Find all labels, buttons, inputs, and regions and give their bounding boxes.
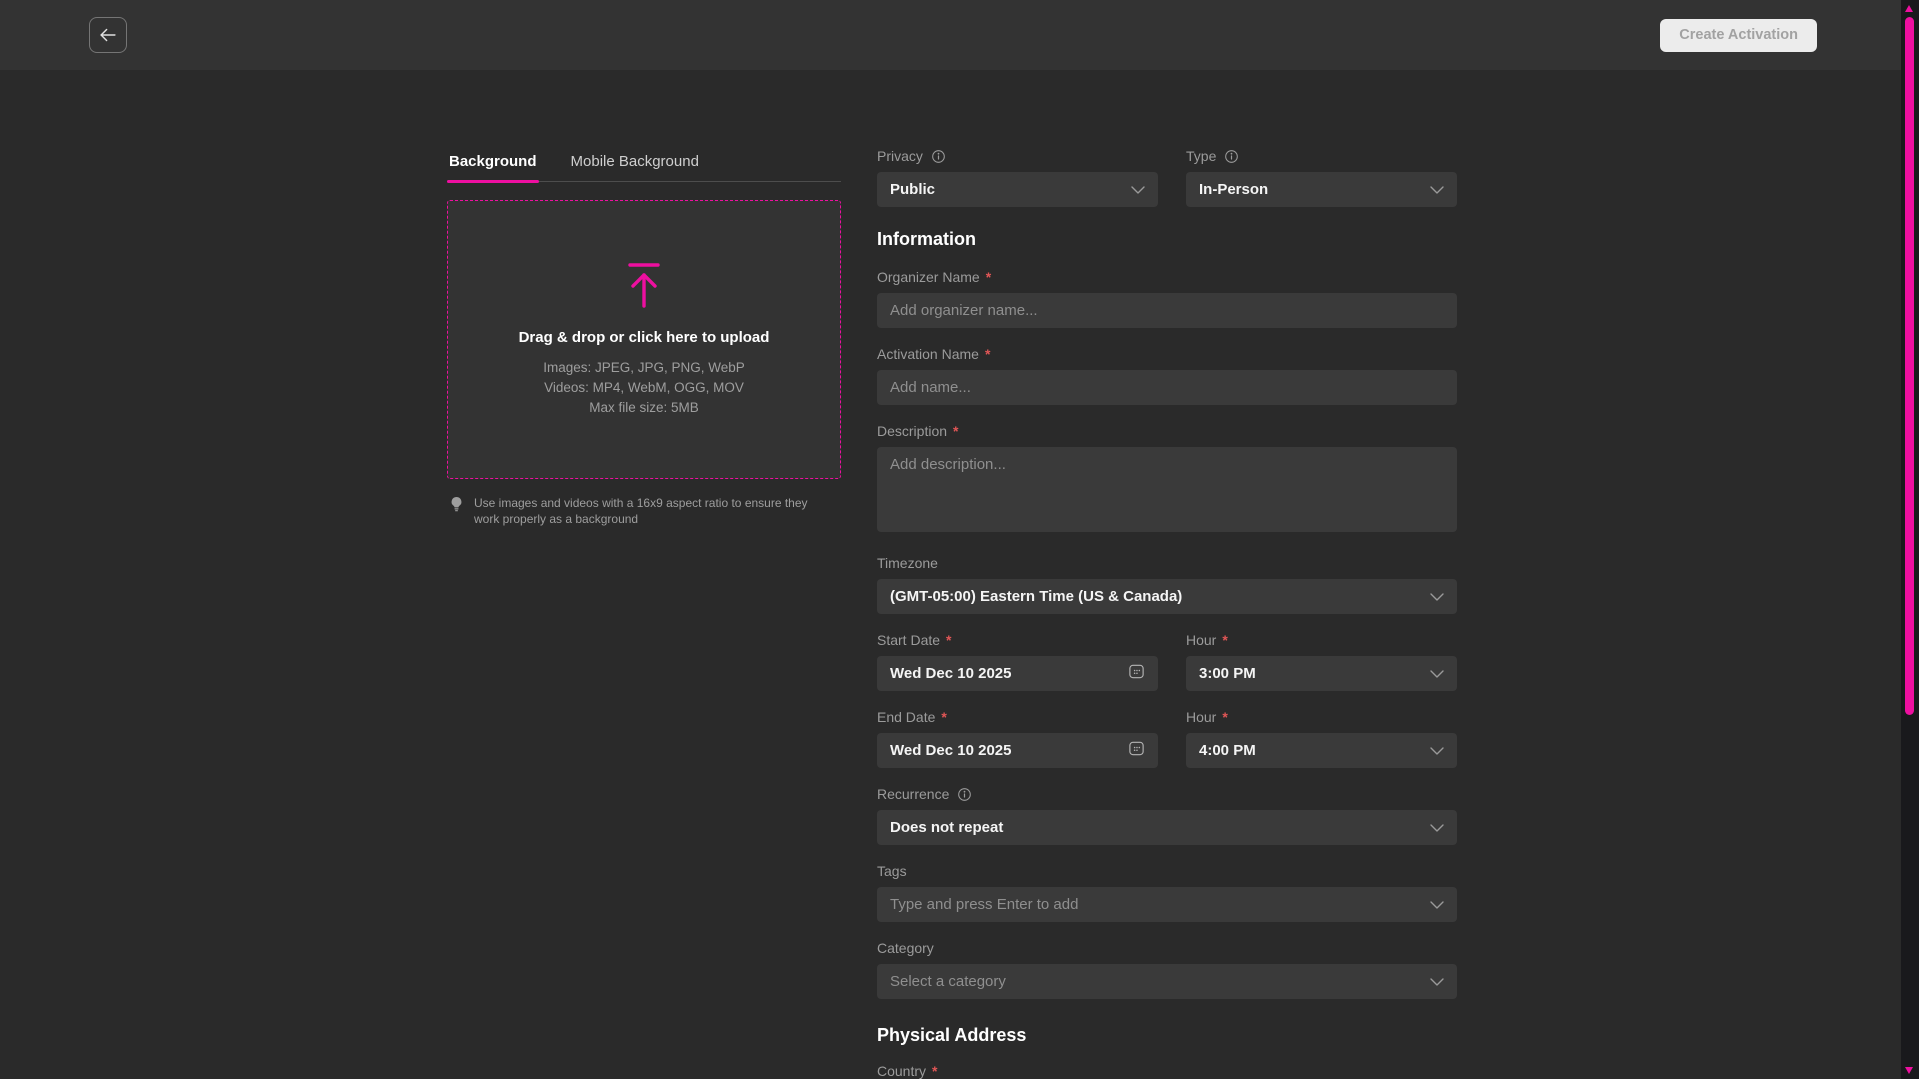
page-scrollbar[interactable] [1901,0,1919,1079]
back-button[interactable] [89,17,127,53]
chevron-down-icon [1430,742,1444,760]
start-hour-value: 3:00 PM [1199,665,1256,682]
timezone-value: (GMT-05:00) Eastern Time (US & Canada) [890,588,1182,605]
privacy-label: Privacy [877,148,923,164]
chevron-down-icon [1430,665,1444,683]
description-textarea[interactable] [877,447,1457,532]
tab-background[interactable]: Background [447,153,539,181]
timezone-select[interactable]: (GMT-05:00) Eastern Time (US & Canada) [877,579,1457,614]
scrollbar-down-arrow-icon[interactable] [1905,1067,1913,1074]
calendar-icon [1128,663,1145,685]
required-asterisk: * [946,632,951,648]
upload-arrow-icon [623,262,665,313]
dropzone-videos-formats: Videos: MP4, WebM, OGG, MOV [544,378,744,398]
recurrence-select[interactable]: Does not repeat [877,810,1457,845]
dropzone-title: Drag & drop or click here to upload [519,329,770,346]
background-tabs: Background Mobile Background [447,153,841,182]
tags-input[interactable]: Type and press Enter to add [877,887,1457,922]
chevron-down-icon [1430,181,1444,199]
chevron-down-icon [1430,896,1444,914]
start-date-input[interactable]: Wed Dec 10 2025 [877,656,1158,691]
scrollbar-up-arrow-icon[interactable] [1905,5,1913,12]
organizer-name-label: Organizer Name [877,269,980,285]
end-hour-select[interactable]: 4:00 PM [1186,733,1457,768]
required-asterisk: * [953,423,958,439]
info-icon[interactable] [931,149,946,164]
information-heading: Information [877,229,1457,250]
category-label: Category [877,940,934,956]
physical-address-heading: Physical Address [877,1025,1457,1046]
category-select[interactable]: Select a category [877,964,1457,999]
required-asterisk: * [932,1063,937,1079]
privacy-value: Public [890,181,935,198]
type-select[interactable]: In-Person [1186,172,1457,207]
background-upload-panel: Background Mobile Background Drag & drop… [447,153,841,527]
start-date-label: Start Date [877,632,940,648]
required-asterisk: * [941,709,946,725]
required-asterisk: * [985,346,990,362]
tab-mobile-background[interactable]: Mobile Background [569,153,701,181]
end-date-input[interactable]: Wed Dec 10 2025 [877,733,1158,768]
end-date-label: End Date [877,709,935,725]
info-icon[interactable] [957,787,972,802]
category-placeholder: Select a category [890,973,1006,990]
organizer-name-input[interactable] [877,293,1457,328]
recurrence-label: Recurrence [877,786,949,802]
tags-label: Tags [877,863,907,879]
recurrence-value: Does not repeat [890,819,1003,836]
chevron-down-icon [1430,973,1444,991]
country-label: Country [877,1063,926,1079]
type-label: Type [1186,148,1216,164]
dropzone-images-formats: Images: JPEG, JPG, PNG, WebP [543,358,745,378]
end-hour-label: Hour [1186,709,1216,725]
calendar-icon [1128,740,1145,762]
dropzone-max-size: Max file size: 5MB [589,398,699,418]
activation-form: Privacy Public Type [877,147,1457,1079]
timezone-label: Timezone [877,555,938,571]
description-label: Description [877,423,947,439]
start-hour-select[interactable]: 3:00 PM [1186,656,1457,691]
required-asterisk: * [1222,632,1227,648]
top-bar: Create Activation [0,0,1919,70]
required-asterisk: * [1222,709,1227,725]
start-hour-label: Hour [1186,632,1216,648]
aspect-ratio-hint: Use images and videos with a 16x9 aspect… [447,495,841,527]
tags-placeholder: Type and press Enter to add [890,896,1078,913]
scrollbar-thumb[interactable] [1905,17,1914,715]
chevron-down-icon [1131,181,1145,199]
chevron-down-icon [1430,819,1444,837]
activation-name-label: Activation Name [877,346,979,362]
start-date-value: Wed Dec 10 2025 [890,665,1011,682]
type-value: In-Person [1199,181,1268,198]
chevron-down-icon [1430,588,1444,606]
end-date-value: Wed Dec 10 2025 [890,742,1011,759]
arrow-left-icon [97,24,119,46]
upload-dropzone[interactable]: Drag & drop or click here to upload Imag… [447,200,841,479]
info-icon[interactable] [1224,149,1239,164]
end-hour-value: 4:00 PM [1199,742,1256,759]
activation-name-input[interactable] [877,370,1457,405]
lightbulb-icon [449,496,464,517]
hint-text: Use images and videos with a 16x9 aspect… [474,495,814,527]
required-asterisk: * [986,269,991,285]
create-activation-button[interactable]: Create Activation [1660,19,1817,52]
privacy-select[interactable]: Public [877,172,1158,207]
